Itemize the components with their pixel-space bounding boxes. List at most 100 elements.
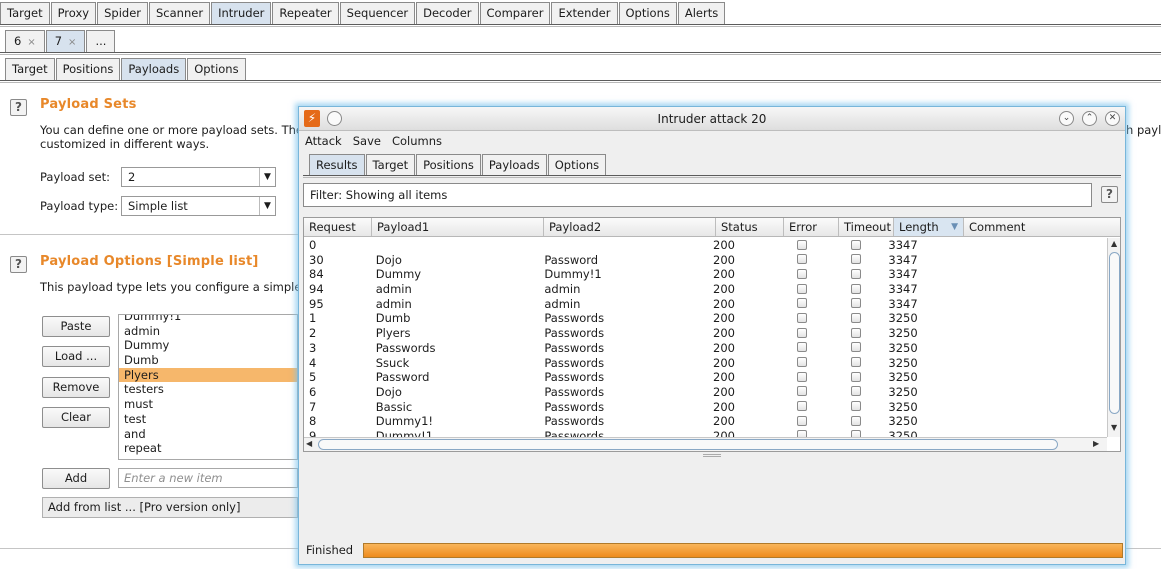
payload-list-item[interactable]: Dumb <box>119 353 297 368</box>
column-header-payload1[interactable]: Payload1 <box>372 218 544 236</box>
timeout-checkbox[interactable] <box>851 357 862 367</box>
payload-list-item[interactable]: testers <box>119 382 297 397</box>
attack-tab-7[interactable]: 7 × <box>45 30 86 52</box>
error-checkbox[interactable] <box>796 386 807 397</box>
table-row[interactable]: 0 200 3347 <box>304 238 1107 253</box>
results-tab-options[interactable]: Options <box>547 154 607 176</box>
payload-list-item[interactable]: must <box>119 397 297 412</box>
timeout-checkbox[interactable] <box>851 327 862 338</box>
payload-list-item[interactable]: Dummy!1 <box>119 315 297 324</box>
tab-spider[interactable]: Spider <box>97 2 148 24</box>
column-header-error[interactable]: Error <box>784 218 839 236</box>
tab-intruder[interactable]: Intruder <box>211 2 272 24</box>
new-item-input[interactable]: Enter a new item <box>118 468 298 488</box>
error-checkbox[interactable] <box>796 401 807 412</box>
error-checkbox[interactable] <box>796 298 807 309</box>
timeout-checkbox[interactable] <box>851 342 862 353</box>
table-row[interactable]: 94 admin admin 200 3347 <box>304 282 1107 297</box>
timeout-checkbox[interactable] <box>851 283 862 294</box>
payload-list-item[interactable]: and <box>119 427 297 442</box>
results-tab-results[interactable]: Results <box>309 154 365 176</box>
load-button[interactable]: Load ... <box>42 346 110 367</box>
filter-bar[interactable]: Filter: Showing all items <box>303 183 1092 207</box>
tab-repeater[interactable]: Repeater <box>272 2 339 24</box>
tab-decoder[interactable]: Decoder <box>416 2 479 24</box>
vertical-scroll-thumb[interactable] <box>1109 252 1120 414</box>
error-checkbox[interactable] <box>796 254 807 265</box>
error-checkbox[interactable] <box>796 357 807 367</box>
close-icon[interactable]: × <box>27 37 35 48</box>
error-checkbox[interactable] <box>796 327 807 338</box>
tab-target[interactable]: Target <box>0 2 50 24</box>
payload-sets-help-icon[interactable]: ? <box>10 99 27 116</box>
payload-list-item[interactable]: Plyers <box>119 367 297 383</box>
payload-list[interactable]: Dummy!1 admin Dummy Dumb Plyers testers must te… <box>118 314 298 460</box>
sub-tab-payloads[interactable]: Payloads <box>121 58 187 80</box>
maximize-icon[interactable]: ⌃ <box>1082 111 1097 126</box>
tab-alerts[interactable]: Alerts <box>677 2 726 24</box>
timeout-checkbox[interactable] <box>851 298 862 309</box>
vertical-scrollbar[interactable]: ▲ ▼ <box>1107 238 1120 437</box>
tab-extender[interactable]: Extender <box>551 2 618 24</box>
table-row[interactable]: 7 Bassic Passwords 200 3250 <box>304 400 1107 415</box>
filter-help-icon[interactable]: ? <box>1101 186 1118 203</box>
error-checkbox[interactable] <box>796 268 807 279</box>
minimize-icon[interactable]: ⌄ <box>1059 111 1074 126</box>
split-pane-handle[interactable] <box>703 454 721 457</box>
attack-tab-6[interactable]: 6 × <box>5 30 45 52</box>
payload-list-item[interactable]: test <box>119 412 297 427</box>
error-checkbox[interactable] <box>796 342 807 353</box>
menu-attack[interactable]: Attack <box>299 132 347 150</box>
timeout-checkbox[interactable] <box>851 386 862 397</box>
scroll-left-icon[interactable]: ◀ <box>306 439 312 448</box>
add-from-list-select[interactable]: Add from list ... [Pro version only] <box>42 497 298 518</box>
tab-options[interactable]: Options <box>618 2 677 24</box>
column-header-request[interactable]: Request <box>304 218 372 236</box>
tab-scanner[interactable]: Scanner <box>149 2 211 24</box>
attack-window-titlebar[interactable]: ⚡ Intruder attack 20 ⌄ ⌃ ✕ <box>299 107 1125 131</box>
error-checkbox[interactable] <box>796 415 807 426</box>
error-checkbox[interactable] <box>796 239 807 250</box>
table-row[interactable]: 6 Dojo Passwords 200 3250 <box>304 385 1107 400</box>
results-tab-target[interactable]: Target <box>365 154 416 176</box>
column-header-timeout[interactable]: Timeout <box>839 218 894 236</box>
scroll-right-icon[interactable]: ▶ <box>1093 439 1099 448</box>
tab-sequencer[interactable]: Sequencer <box>339 2 416 24</box>
clear-button[interactable]: Clear <box>42 407 110 428</box>
column-header-comment[interactable]: Comment <box>964 218 1120 236</box>
error-checkbox[interactable] <box>796 371 807 382</box>
column-header-status[interactable]: Status <box>716 218 784 236</box>
timeout-checkbox[interactable] <box>851 401 862 412</box>
horizontal-scrollbar[interactable]: ◀ ▶ <box>304 437 1107 451</box>
table-row[interactable]: 5 Password Passwords 200 3250 <box>304 370 1107 385</box>
error-checkbox[interactable] <box>796 312 807 323</box>
table-row[interactable]: 4 Ssuck Passwords 200 3250 <box>304 356 1107 371</box>
timeout-checkbox[interactable] <box>851 415 862 426</box>
payload-list-item[interactable]: repeat <box>119 441 297 456</box>
column-header-payload2[interactable]: Payload2 <box>544 218 716 236</box>
scroll-down-icon[interactable]: ▼ <box>1111 423 1117 432</box>
menu-columns[interactable]: Columns <box>386 132 447 150</box>
table-row[interactable]: 2 Plyers Passwords 200 3250 <box>304 326 1107 341</box>
timeout-checkbox[interactable] <box>851 371 862 382</box>
table-row[interactable]: 1 Dumb Passwords 200 3250 <box>304 311 1107 326</box>
menu-save[interactable]: Save <box>347 132 386 150</box>
paste-button[interactable]: Paste <box>42 316 110 337</box>
payload-type-select[interactable]: Simple list ▼ <box>121 196 276 216</box>
sub-tab-options[interactable]: Options <box>187 58 246 80</box>
sub-tab-positions[interactable]: Positions <box>55 58 121 80</box>
timeout-checkbox[interactable] <box>851 268 862 279</box>
attack-tab-more[interactable]: ... <box>86 30 116 52</box>
error-checkbox[interactable] <box>796 283 807 294</box>
horizontal-scroll-thumb[interactable] <box>318 439 1058 450</box>
remove-button[interactable]: Remove <box>42 377 110 398</box>
column-header-length[interactable]: Length ▼ <box>894 218 964 236</box>
table-row[interactable]: 84 Dummy Dummy!1 200 3347 <box>304 267 1107 282</box>
close-icon[interactable]: ✕ <box>1105 111 1120 126</box>
scroll-up-icon[interactable]: ▲ <box>1111 239 1117 248</box>
table-row[interactable]: 3 Passwords Passwords 200 3250 <box>304 341 1107 356</box>
payload-options-help-icon[interactable]: ? <box>10 256 27 273</box>
table-row[interactable]: 30 Dojo Password 200 3347 <box>304 253 1107 268</box>
results-tab-positions[interactable]: Positions <box>416 154 481 176</box>
payload-list-item[interactable]: admin <box>119 324 297 339</box>
